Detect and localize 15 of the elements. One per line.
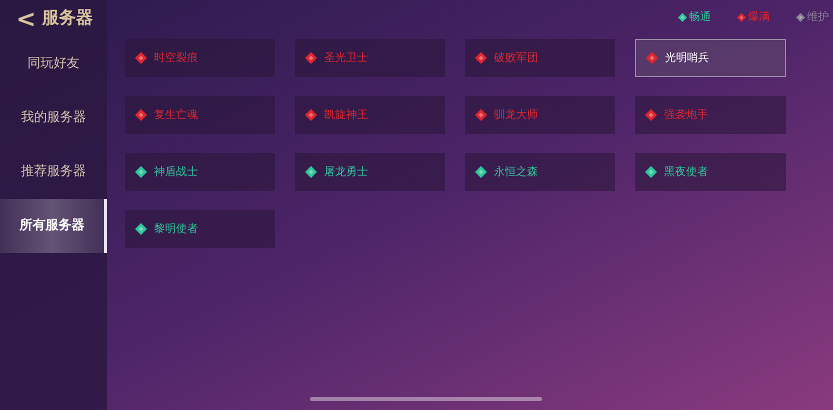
- server-button[interactable]: 光明哨兵: [635, 39, 786, 77]
- sidebar-tab[interactable]: 推荐服务器: [0, 145, 107, 199]
- sidebar-tab[interactable]: 同玩好友: [0, 37, 107, 91]
- page-title: 服务器: [42, 6, 94, 30]
- server-button[interactable]: 屠龙勇士: [295, 153, 445, 191]
- sidebar-tab[interactable]: 我的服务器: [0, 91, 107, 145]
- legend-label: 畅通: [689, 8, 711, 25]
- back-button[interactable]: <: [16, 6, 36, 30]
- server-button[interactable]: 黎明使者: [125, 210, 275, 248]
- sidebar-tab[interactable]: 所有服务器: [0, 199, 107, 253]
- legend-label: 维护: [807, 8, 829, 25]
- server-button[interactable]: 永恒之森: [465, 153, 615, 191]
- legend-label: 爆满: [748, 8, 770, 25]
- server-button[interactable]: 神盾战士: [125, 153, 275, 191]
- server-button[interactable]: 黑夜使者: [635, 153, 786, 191]
